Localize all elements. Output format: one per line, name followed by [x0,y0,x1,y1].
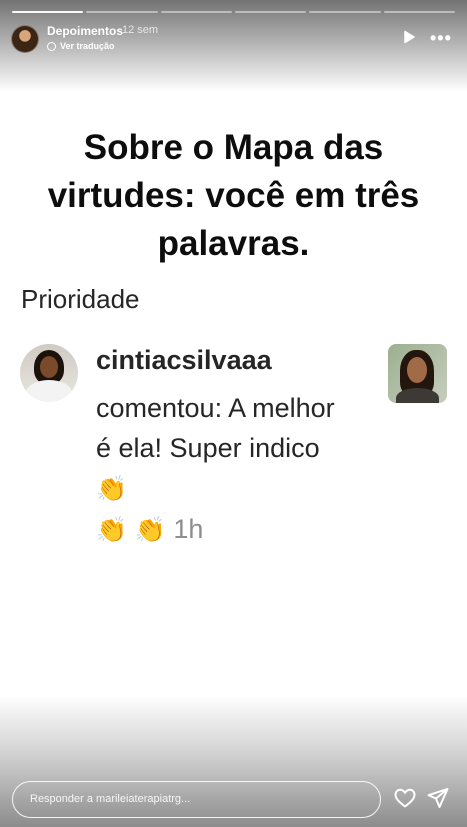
progress-segment [160,11,232,13]
progress-segment [309,11,381,13]
section-label: Prioridade [21,284,140,314]
clap-emoji: 👏 [96,475,128,503]
comment-body: comentou: A melhor é ela! Super indico 👏… [96,388,336,550]
see-translation-link[interactable]: Ver tradução [47,41,115,51]
story-header: Depoimentos 12 sem Ver tradução ••• [11,23,456,55]
comment-text: comentou: A melhor é ela! Super indico [96,393,335,463]
progress-segment [86,11,158,13]
comment-author: cintiacsilvaaa [96,345,272,375]
clap-emoji: 👏 [134,516,166,544]
play-icon[interactable] [402,30,416,44]
send-icon[interactable] [426,786,450,810]
progress-segment [383,11,455,13]
profile-avatar[interactable] [11,25,39,53]
more-icon[interactable]: ••• [430,29,452,47]
story-timestamp: 12 sem [122,24,159,36]
reply-input[interactable]: Responder a marileiaterapiatrg... [12,781,381,818]
comment-time: 1h [173,514,204,544]
story-progress-bar [12,11,455,13]
progress-segment [234,11,307,13]
commented-photo-thumbnail [388,344,447,403]
story-username[interactable]: Depoimentos [47,24,123,38]
globe-icon [47,41,56,51]
heart-icon[interactable] [393,786,417,810]
commenter-avatar [20,344,78,402]
see-translation-label: Ver tradução [60,41,115,51]
story-title: Sobre o Mapa das virtudes: você em três … [47,128,420,263]
progress-segment [12,11,84,13]
clap-emoji: 👏 [96,516,128,544]
story-viewer: Depoimentos 12 sem Ver tradução ••• Sobr… [0,0,467,827]
